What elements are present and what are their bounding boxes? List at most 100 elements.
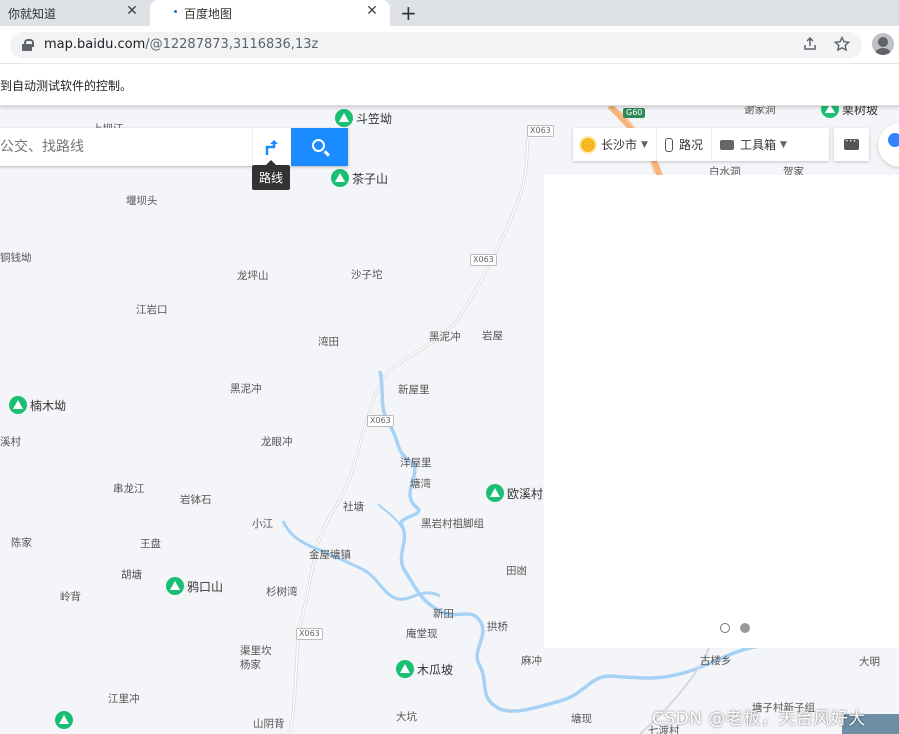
- close-icon[interactable]: ✕: [124, 3, 140, 19]
- place-label: 黑泥冲: [230, 383, 262, 395]
- place-label: 杨家: [240, 659, 261, 671]
- map-canvas[interactable]: X063 X063 X063 X063 G60 斗笠坳 茶子山 楠木坳 欧溪村 …: [0, 106, 899, 734]
- search-input[interactable]: [0, 128, 250, 166]
- highway-tag: G60: [623, 108, 646, 118]
- place-label: 堰坝头: [126, 195, 158, 207]
- place-label: 岩屋: [482, 330, 503, 342]
- place-label: 山阴背: [253, 718, 285, 730]
- place-label: 湾田: [318, 336, 339, 348]
- place-label: 塘湾: [410, 478, 431, 490]
- tab-nijiu[interactable]: 你就知道 ✕: [0, 0, 150, 26]
- infobar-text: 到自动测试软件的控制。: [0, 79, 133, 93]
- chevron-down-icon: ▼: [779, 139, 787, 150]
- road-tag: X063: [296, 628, 323, 640]
- map-toolbar: 长沙市 ▼ 路况 工具箱 ▼: [573, 128, 829, 161]
- new-tab-button[interactable]: +: [400, 1, 417, 25]
- place-label: 大坑: [396, 711, 417, 723]
- bookmark-star-icon[interactable]: [833, 35, 851, 56]
- place-label: 庵堂现: [406, 628, 438, 640]
- city-label: 长沙市: [601, 138, 638, 152]
- mountain-icon: [821, 106, 839, 118]
- toolbox-button[interactable]: 工具箱 ▼: [710, 128, 795, 161]
- mountain-icon: [335, 109, 353, 127]
- close-icon[interactable]: ✕: [364, 3, 380, 19]
- poi-marker[interactable]: 斗笠坳: [335, 109, 392, 127]
- road-tag: X063: [470, 254, 497, 266]
- automation-infobar: 到自动测试软件的控制。: [0, 64, 899, 106]
- place-label: 杉树湾: [266, 586, 298, 598]
- profile-avatar-icon[interactable]: [872, 33, 894, 55]
- route-tooltip: 路线: [252, 160, 291, 190]
- place-label: 江里冲: [108, 693, 140, 705]
- city-selector[interactable]: 长沙市 ▼: [573, 128, 656, 161]
- browser-tab-bar: 你就知道 ✕ 百度地图 ✕ +: [0, 0, 899, 26]
- place-label: 麻冲: [521, 655, 542, 667]
- place-label: 洋屋里: [400, 457, 432, 469]
- tab-title: 百度地图: [184, 6, 233, 21]
- poi-marker[interactable]: 茶子山: [331, 169, 388, 187]
- mountain-icon: [9, 396, 27, 414]
- place-label: 拱桥: [487, 621, 508, 633]
- place-label: 胡塘: [121, 569, 142, 581]
- favicon-icon: [174, 10, 177, 13]
- lock-icon[interactable]: [22, 39, 34, 51]
- tab-baidu-map[interactable]: 百度地图 ✕: [150, 0, 390, 26]
- place-label: 新田: [433, 608, 454, 620]
- place-label: 龙坪山: [237, 270, 269, 282]
- place-label: 陈家: [11, 537, 32, 549]
- traffic-label: 路况: [678, 138, 703, 152]
- place-label: 溪村: [0, 436, 21, 448]
- carousel-dot[interactable]: [720, 623, 730, 633]
- place-label: 龙眼冲: [261, 436, 293, 448]
- mountain-icon: [331, 169, 349, 187]
- chevron-down-icon: ▼: [641, 139, 648, 150]
- place-label: 新屋里: [398, 384, 430, 396]
- toolbox-label: 工具箱: [739, 138, 776, 152]
- mountain-icon: [55, 711, 73, 729]
- omnibox[interactable]: map.baidu.com/@12287873,3116836,13z: [10, 32, 862, 58]
- place-label: 塘现: [571, 713, 592, 725]
- poi-marker[interactable]: 楠木坳: [9, 396, 66, 414]
- carousel-dot-active[interactable]: [740, 623, 750, 633]
- poi-marker[interactable]: 栗树坡: [821, 106, 878, 118]
- road-tag: X063: [367, 415, 394, 427]
- search-icon: [312, 139, 325, 152]
- poi-marker[interactable]: 木瓜坡: [396, 660, 453, 678]
- place-label: 黑泥冲: [429, 331, 461, 343]
- place-label: 岩钵石: [180, 494, 212, 506]
- place-label: 铜钱坳: [0, 252, 32, 264]
- map-search-box: [0, 128, 348, 166]
- place-label: 渠里坎: [240, 645, 272, 657]
- place-label: 大明: [859, 656, 880, 668]
- mountain-icon: [396, 660, 414, 678]
- place-label: 小江: [252, 518, 273, 530]
- carousel-panel: [544, 175, 899, 648]
- weather-sun-icon: [581, 137, 595, 152]
- message-button[interactable]: [834, 128, 869, 161]
- place-label: 串龙江: [113, 483, 145, 495]
- poi-marker[interactable]: 欧溪村: [486, 484, 543, 502]
- url-text[interactable]: map.baidu.com/@12287873,3116836,13z: [44, 37, 318, 52]
- place-label: 田凼: [506, 565, 527, 577]
- toolbox-icon: [719, 139, 734, 150]
- traffic-button[interactable]: 路况: [655, 128, 711, 161]
- road-tag: X063: [527, 125, 554, 137]
- place-label: 江岩口: [136, 304, 168, 316]
- route-arrow-icon: [265, 140, 278, 155]
- place-label: 谢家洞: [744, 106, 776, 116]
- poi-marker[interactable]: [55, 711, 76, 729]
- place-label: 金屋塘镇: [309, 549, 351, 561]
- place-label: 黑岩村祖脚组: [421, 518, 484, 530]
- share-icon[interactable]: [802, 36, 818, 56]
- search-button[interactable]: [291, 128, 348, 166]
- poi-marker[interactable]: 鸦口山: [166, 577, 223, 595]
- place-label: 古楼乡: [700, 655, 732, 667]
- mountain-icon: [486, 484, 504, 502]
- place-label: 岭背: [60, 591, 81, 603]
- place-label: 社塘: [343, 501, 364, 513]
- place-label: 王盘: [140, 538, 161, 550]
- mountain-icon: [166, 577, 184, 595]
- message-icon: [844, 134, 859, 150]
- watermark: CSDN @老板，天台风好大: [652, 709, 866, 729]
- tab-title: 你就知道: [8, 6, 57, 21]
